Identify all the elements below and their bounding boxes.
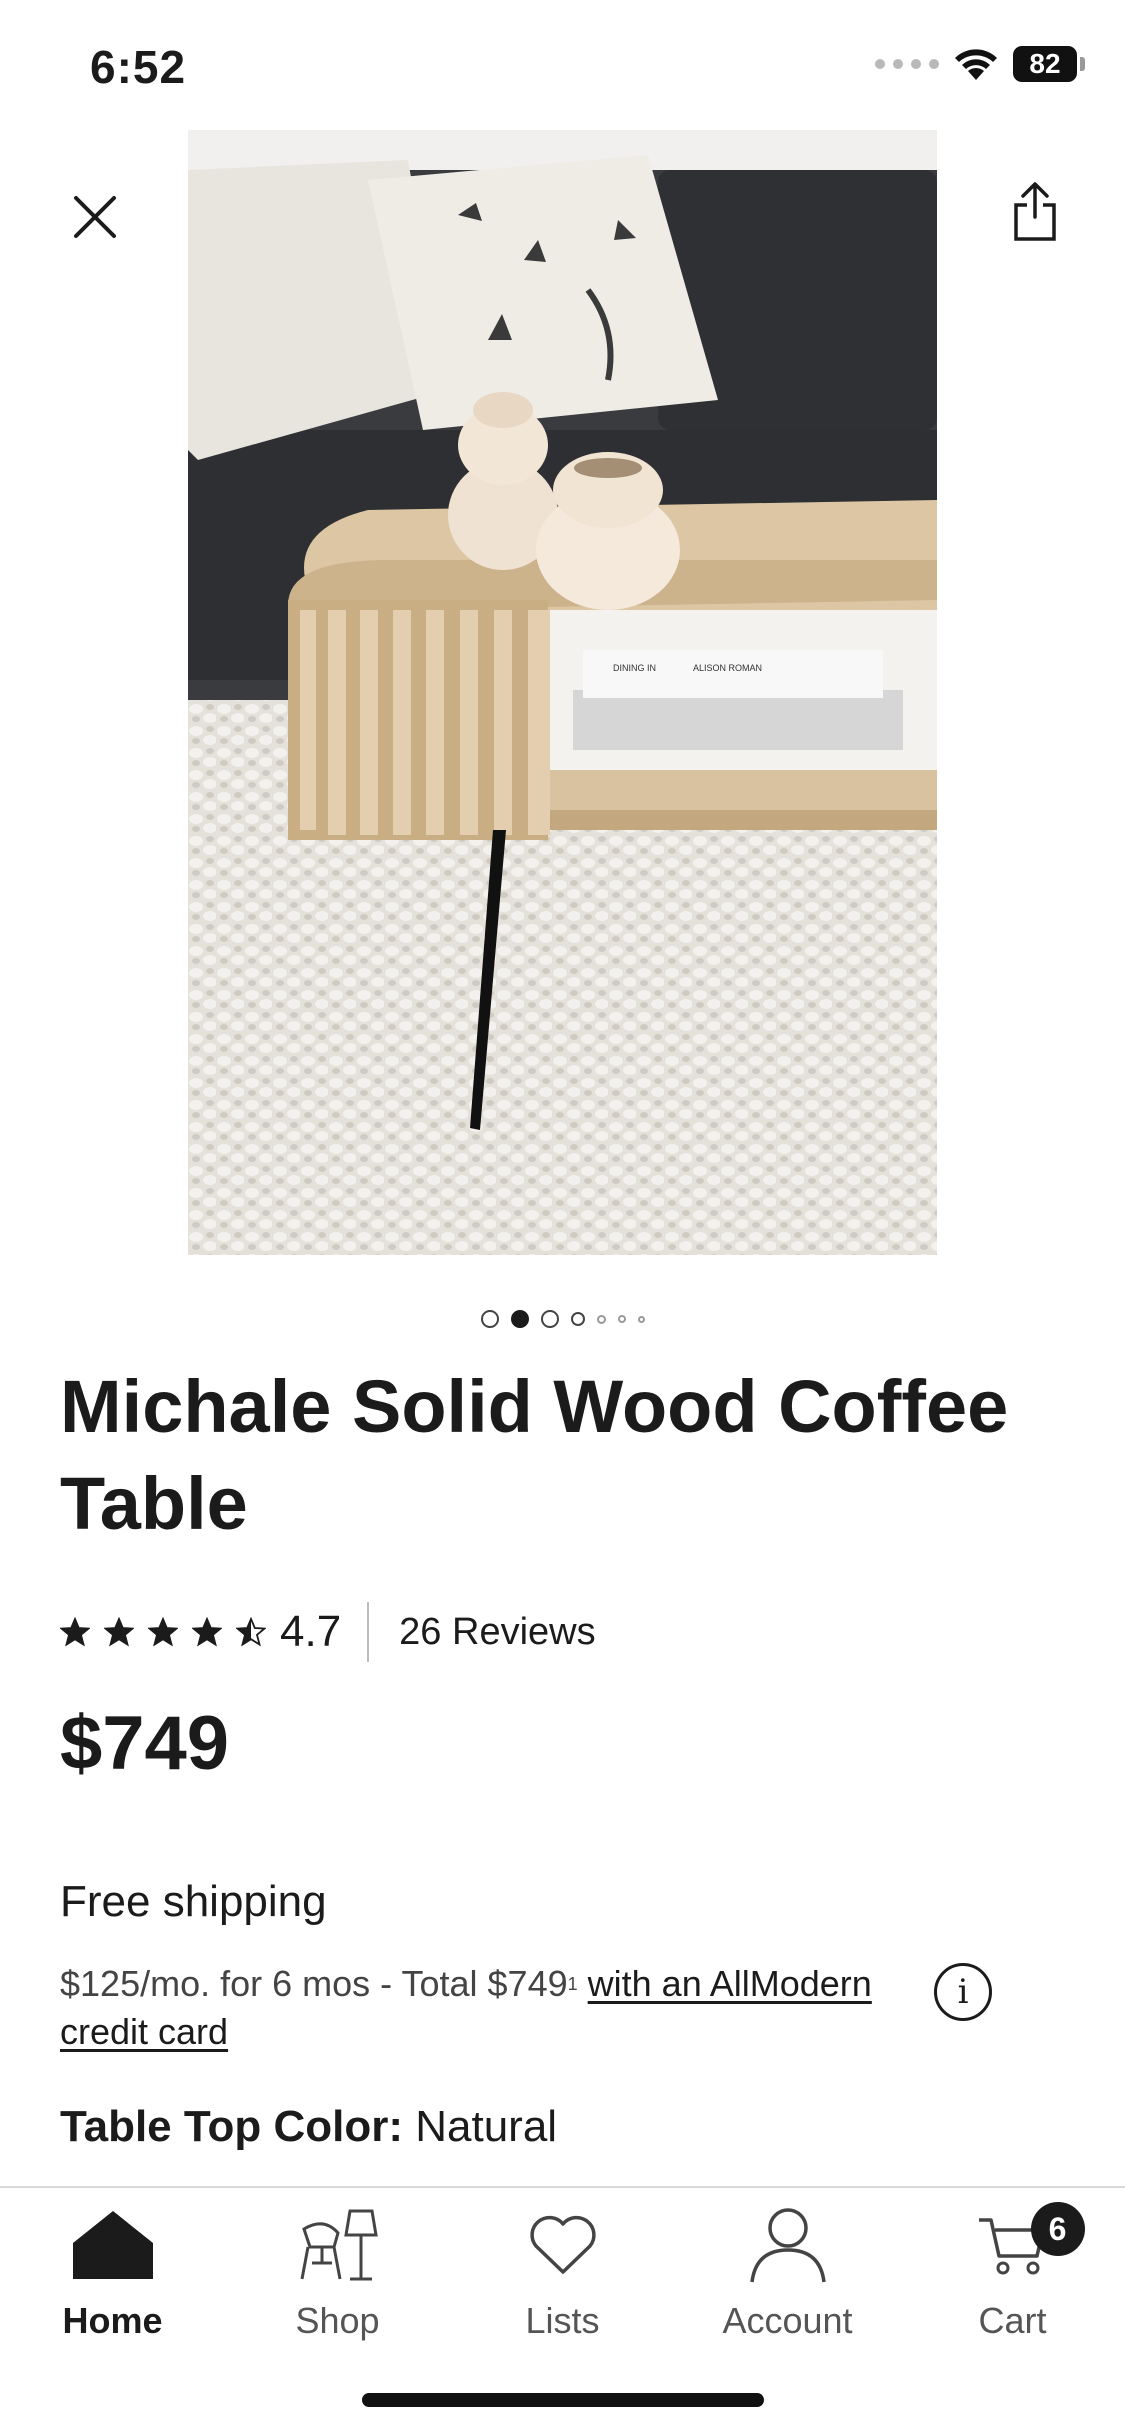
star-icon xyxy=(104,1617,134,1647)
footnote-marker: 1 xyxy=(567,1974,578,1994)
nav-label-account: Account xyxy=(722,2300,853,2341)
cart-count-badge: 6 xyxy=(1030,2202,1085,2256)
share-icon xyxy=(1014,182,1056,241)
nav-account[interactable]: Account xyxy=(688,2202,888,2342)
status-time: 6:52 xyxy=(90,41,187,93)
person-icon xyxy=(749,2208,826,2283)
heart-icon xyxy=(529,2215,596,2274)
pagination-dot[interactable] xyxy=(540,1310,559,1328)
product-price: $749 xyxy=(60,1701,230,1786)
book-title-text: DINING IN xyxy=(613,663,656,673)
pagination-dot[interactable] xyxy=(617,1315,626,1323)
option-value: Natural xyxy=(415,2102,558,2151)
product-title: Michale Solid Wood Coffee Table xyxy=(60,1365,1009,1545)
battery-level: 82 xyxy=(1013,46,1077,82)
option-label: Table Top Color: xyxy=(60,2102,403,2151)
nav-home[interactable]: Home xyxy=(13,2202,213,2342)
divider xyxy=(367,1602,370,1662)
financing-text: $125/mo. for 6 mos - Total $749 xyxy=(60,1963,568,2004)
nav-label-cart: Cart xyxy=(978,2300,1047,2341)
pagination-dot[interactable] xyxy=(480,1310,499,1328)
close-icon xyxy=(74,196,116,238)
product-image-gallery[interactable]: DINING IN ALISON ROMAN xyxy=(0,130,1125,1260)
info-icon[interactable]: i xyxy=(934,1963,992,2021)
pagination-dot[interactable] xyxy=(570,1312,585,1326)
image-pagination-dots[interactable] xyxy=(0,1310,1125,1328)
pagination-dot[interactable] xyxy=(510,1310,529,1328)
star-icon xyxy=(60,1617,90,1647)
pagination-dot[interactable] xyxy=(637,1315,645,1323)
wifi-icon xyxy=(955,49,997,80)
product-photo[interactable]: DINING IN ALISON ROMAN xyxy=(188,130,937,1255)
share-button[interactable] xyxy=(1000,172,1070,252)
reviews-link[interactable]: 26 Reviews xyxy=(399,1611,595,1654)
nav-lists[interactable]: Lists xyxy=(463,2202,663,2342)
nav-label-home: Home xyxy=(62,2300,163,2341)
financing-offer: $125/mo. for 6 mos - Total $7491 with an… xyxy=(60,1960,940,2056)
nav-label-lists: Lists xyxy=(525,2300,600,2341)
color-option[interactable]: Table Top Color: Natural xyxy=(60,2102,557,2152)
close-button[interactable] xyxy=(60,182,130,252)
shipping-info: Free shipping xyxy=(60,1877,327,1926)
nav-cart[interactable]: Cart 6 xyxy=(913,2202,1113,2342)
cellular-signal-icon xyxy=(875,59,939,69)
chair-lamp-icon xyxy=(300,2209,378,2281)
nav-shop[interactable]: Shop xyxy=(238,2202,438,2342)
battery-icon: 82 xyxy=(1013,46,1085,82)
nav-label-shop: Shop xyxy=(295,2300,380,2341)
home-icon xyxy=(72,2211,153,2279)
star-icon xyxy=(236,1617,266,1647)
status-bar: 6:52 82 xyxy=(0,0,1125,130)
rating-stars xyxy=(60,1617,266,1647)
star-icon xyxy=(192,1617,222,1647)
rating-value: 4.7 xyxy=(280,1607,342,1656)
status-icons: 82 xyxy=(875,46,1085,82)
star-icon xyxy=(148,1617,178,1647)
book-author-text: ALISON ROMAN xyxy=(693,663,762,673)
pagination-dot[interactable] xyxy=(596,1314,606,1324)
rating-row[interactable]: 4.7 26 Reviews xyxy=(60,1600,596,1664)
home-indicator xyxy=(362,2393,764,2407)
